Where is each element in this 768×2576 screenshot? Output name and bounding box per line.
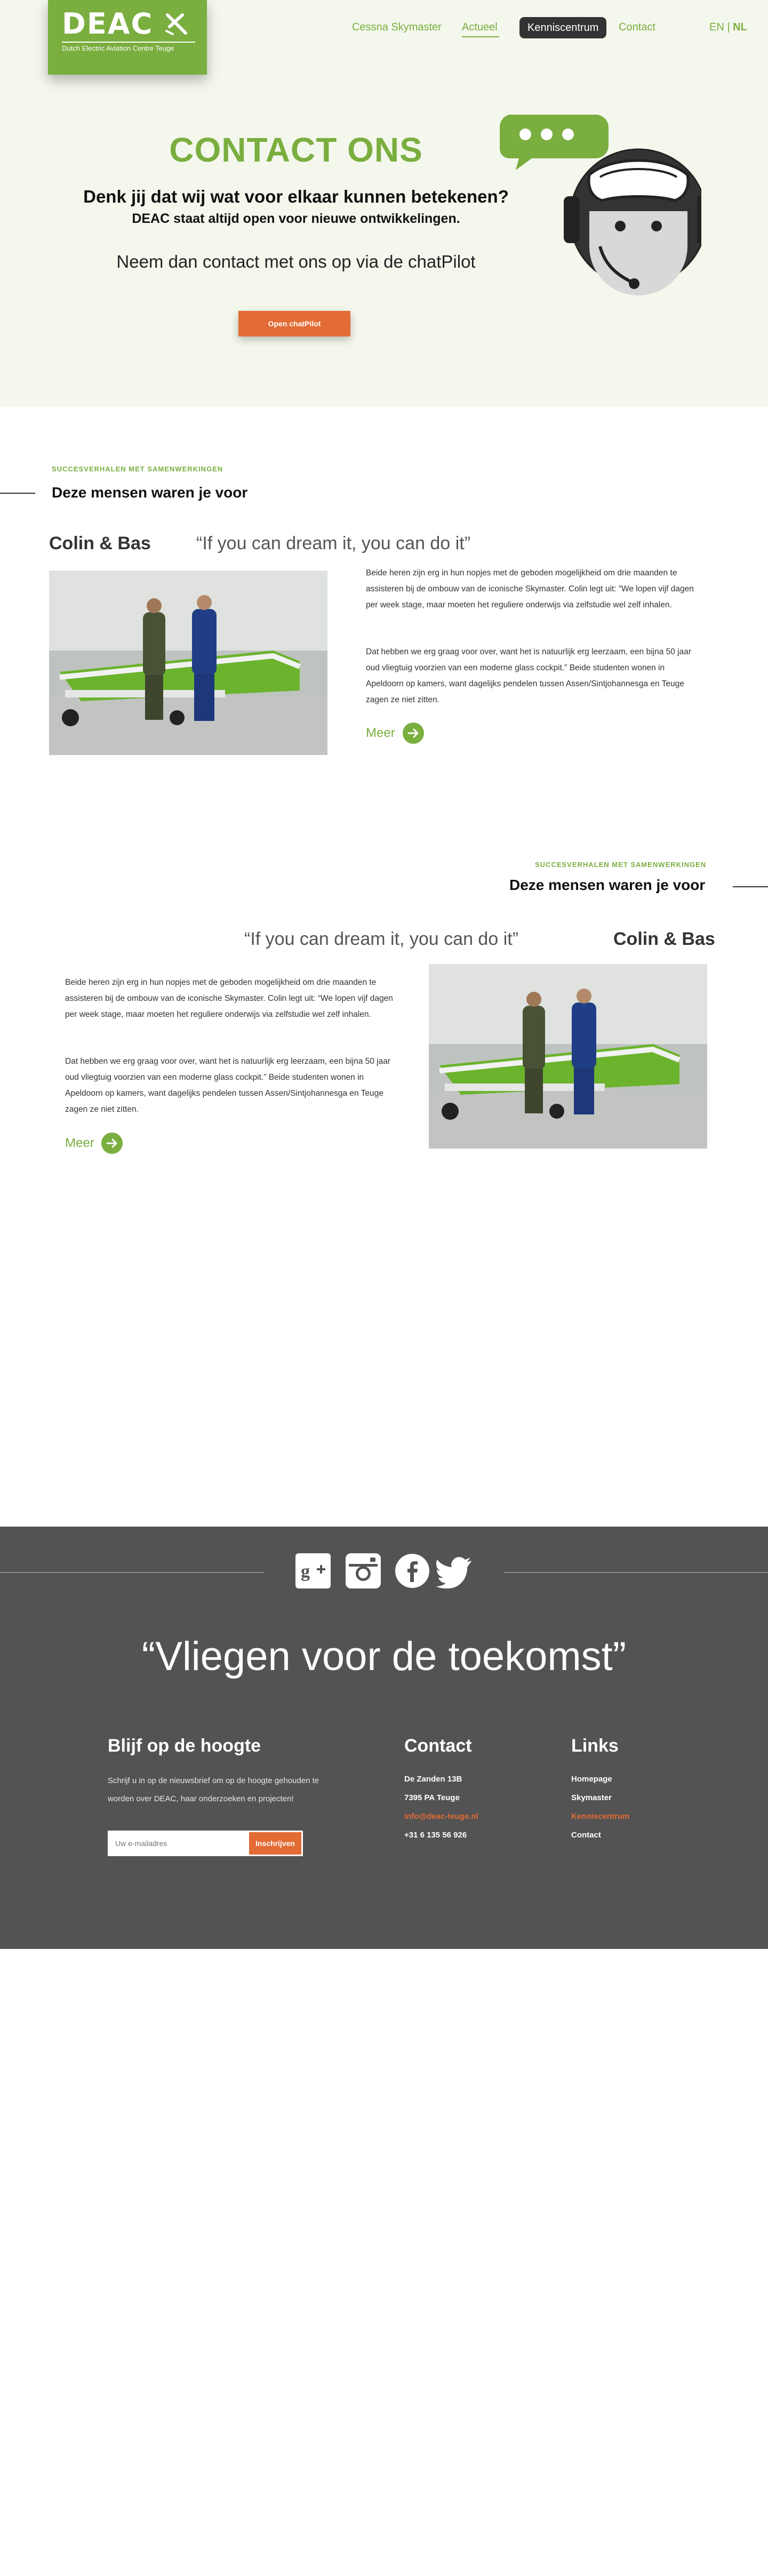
section-title: Deze mensen waren je voor xyxy=(52,484,248,501)
deac-logo[interactable]: DEAC Dutch Electric Aviation Centre Teug… xyxy=(48,0,207,75)
nav-item-cessna-skymaster[interactable]: Cessna Skymaster xyxy=(352,19,442,35)
nav-active-underline xyxy=(462,36,499,37)
footer-link-homepage[interactable]: Homepage xyxy=(571,1770,629,1788)
plane-icon xyxy=(165,13,187,35)
story-names: Colin & Bas xyxy=(613,929,715,949)
story-quote: “If you can dream it, you can do it” xyxy=(244,929,519,949)
logo-divider xyxy=(62,42,195,43)
site-footer: g “Vliegen voor de toekomst” Blijf op de… xyxy=(0,1527,768,1949)
story-paragraph-2: Dat hebben we erg graag voor over, want … xyxy=(366,647,692,704)
hero-section: DEAC Dutch Electric Aviation Centre Teug… xyxy=(0,0,768,407)
twitter-icon[interactable] xyxy=(436,1553,471,1588)
nav-item-kenniscentrum[interactable]: Kenniscentrum xyxy=(519,17,607,38)
lang-nl[interactable]: NL xyxy=(733,21,747,33)
section-divider xyxy=(0,493,35,494)
footer-divider-left xyxy=(0,1572,265,1573)
google-plus-icon[interactable]: g xyxy=(295,1553,331,1588)
arrow-right-icon[interactable] xyxy=(101,1133,123,1154)
story-photo xyxy=(49,571,327,755)
facebook-icon[interactable] xyxy=(395,1553,430,1588)
meer-link[interactable]: Meer xyxy=(366,723,395,744)
newsletter-title: Blijf op de hoogte xyxy=(108,1736,261,1756)
contact-phone: +31 6 135 56 926 xyxy=(404,1831,467,1840)
newsletter-text: Schrijf u in op de nieuwsbrief om op de … xyxy=(108,1776,319,1803)
story-quote: “If you can dream it, you can do it” xyxy=(196,533,471,553)
lang-separator: | xyxy=(727,21,730,33)
links-title: Links xyxy=(571,1736,619,1756)
contact-address: De Zanden 13B xyxy=(404,1775,462,1784)
svg-text:g: g xyxy=(301,1562,310,1582)
section-divider xyxy=(733,886,768,887)
contact-email-link[interactable]: info@deac-teuge.nl xyxy=(404,1807,478,1826)
hangar-photo-illustration xyxy=(49,571,327,755)
story-paragraph-2: Dat hebben we erg graag voor over, want … xyxy=(65,1057,391,1114)
footer-link-skymaster[interactable]: Skymaster xyxy=(571,1788,629,1807)
newsletter-subscribe-button[interactable]: Inschrijven xyxy=(247,1831,303,1856)
footer-link-contact[interactable]: Contact xyxy=(571,1826,629,1844)
lang-en[interactable]: EN xyxy=(709,21,724,33)
logo-subtitle: Dutch Electric Aviation Centre Teuge xyxy=(62,44,174,52)
story-paragraph-1: Beide heren zijn erg in hun nopjes met d… xyxy=(65,978,393,1019)
section-title: Deze mensen waren je voor xyxy=(509,877,706,893)
instagram-icon[interactable] xyxy=(346,1553,381,1588)
footer-link-kenniscentrum[interactable]: Kenniscentrum xyxy=(571,1807,629,1826)
story-names: Colin & Bas xyxy=(49,533,151,553)
language-switcher: EN | NL xyxy=(709,19,747,35)
footer-quote: “Vliegen voor de toekomst” xyxy=(141,1634,627,1679)
open-chatpilot-button[interactable]: Open chatPilot xyxy=(238,311,350,336)
meer-link[interactable]: Meer xyxy=(65,1133,94,1154)
hangar-photo-illustration xyxy=(429,964,707,1149)
nav-item-actueel[interactable]: Actueel xyxy=(462,19,498,35)
contact-postal: 7395 PA Teuge xyxy=(404,1793,460,1802)
story-photo xyxy=(429,964,707,1149)
newsletter-email-input[interactable] xyxy=(108,1831,247,1856)
contact-list: De Zanden 13B 7395 PA Teuge info@deac-te… xyxy=(404,1770,478,1844)
arrow-right-icon[interactable] xyxy=(403,723,424,744)
nav-item-contact[interactable]: Contact xyxy=(619,19,655,35)
footer-divider-right xyxy=(503,1572,768,1573)
story-paragraph-1: Beide heren zijn erg in hun nopjes met d… xyxy=(366,568,694,609)
chatpilot-mascot-icon[interactable] xyxy=(493,107,701,309)
section-eyebrow: SUCCESVERHALEN MET SAMENWERKINGEN xyxy=(52,465,223,473)
footer-links-list: Homepage Skymaster Kenniscentrum Contact xyxy=(571,1770,629,1844)
contact-title: Contact xyxy=(404,1736,472,1756)
section-eyebrow: SUCCESVERHALEN MET SAMENWERKINGEN xyxy=(535,861,707,869)
